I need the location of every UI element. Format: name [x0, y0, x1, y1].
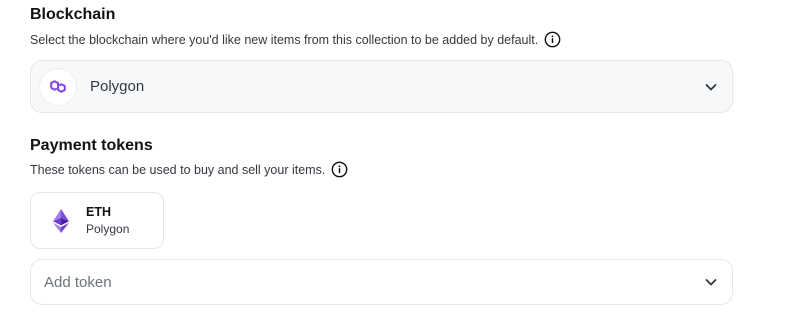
add-token-placeholder: Add token: [44, 273, 112, 291]
token-card-eth[interactable]: ETH Polygon: [30, 192, 164, 249]
token-chain: Polygon: [86, 221, 130, 236]
payment-tokens-description-row: These tokens can be used to buy and sell…: [30, 161, 348, 178]
info-circle-icon[interactable]: [544, 31, 561, 48]
blockchain-selected-value: Polygon: [90, 78, 145, 95]
chevron-down-icon[interactable]: [704, 275, 718, 289]
ethereum-icon: [53, 208, 69, 233]
payment-tokens-title: Payment tokens: [30, 137, 153, 154]
blockchain-select[interactable]: Polygon: [30, 60, 733, 113]
blockchain-title: Blockchain: [30, 6, 116, 23]
token-info: ETH Polygon: [86, 204, 129, 238]
add-token-select[interactable]: Add token: [30, 259, 733, 305]
payment-tokens-description: These tokens can be used to buy and sell…: [30, 162, 326, 177]
polygon-logo-icon: [39, 67, 77, 106]
blockchain-description: Select the blockchain where you'd like n…: [30, 32, 539, 47]
chevron-down-icon[interactable]: [704, 80, 718, 94]
blockchain-description-row: Select the blockchain where you'd like n…: [30, 31, 561, 48]
info-circle-icon[interactable]: [331, 161, 348, 178]
token-symbol: ETH: [86, 204, 111, 219]
